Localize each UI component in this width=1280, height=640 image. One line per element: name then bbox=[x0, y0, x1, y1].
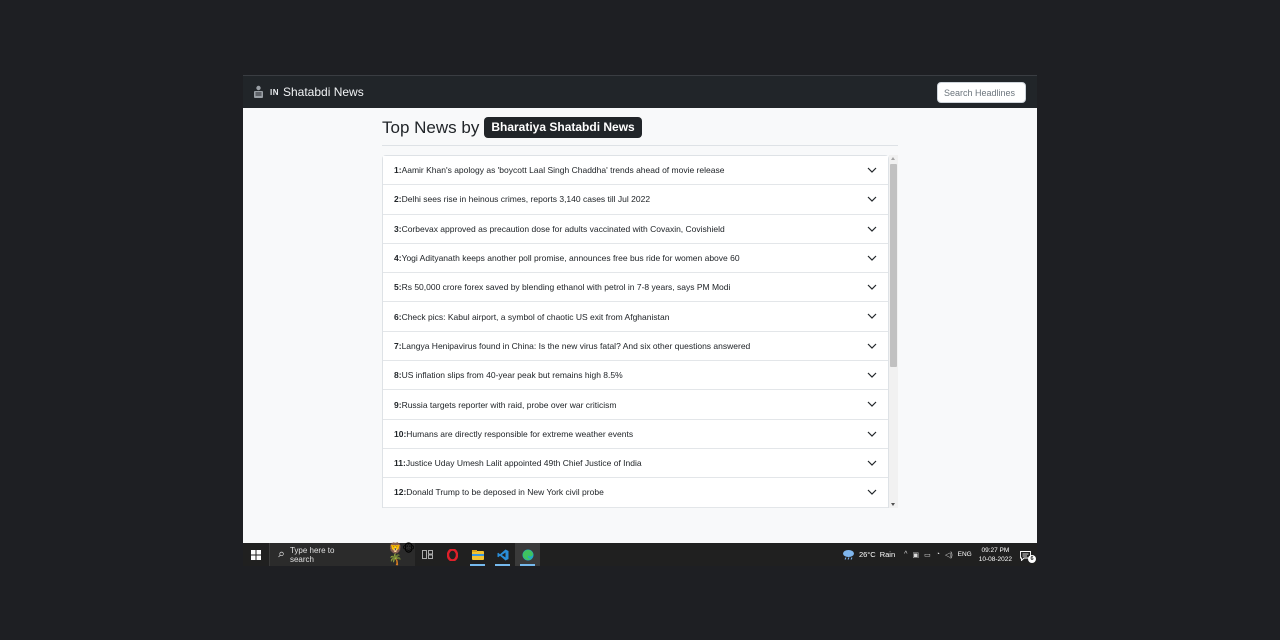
news-item-number: 3: bbox=[394, 223, 402, 234]
language-indicator[interactable]: ENG bbox=[958, 551, 972, 558]
clock-time: 09:27 PM bbox=[981, 546, 1010, 554]
news-accordion-item[interactable]: 10: Humans are directly responsible for e… bbox=[383, 419, 888, 449]
news-accordion: 1: Aamir Khan's apology as 'boycott Laal … bbox=[382, 155, 898, 508]
news-item-number: 7: bbox=[394, 340, 402, 351]
news-item-number: 6: bbox=[394, 311, 402, 322]
news-headline: Check pics: Kabul airport, a symbol of c… bbox=[401, 311, 670, 322]
chevron-up-icon[interactable]: ^ bbox=[904, 551, 907, 558]
windows-start-icon bbox=[251, 549, 261, 560]
news-accordion-item[interactable]: 4: Yogi Adityanath keeps another poll pro… bbox=[383, 243, 888, 274]
title-divider bbox=[382, 145, 898, 146]
notification-count-badge: 6 bbox=[1028, 555, 1036, 563]
navbar: IN Shatabdi News bbox=[243, 75, 1037, 108]
clock[interactable]: 09:27 PM 10-08-2022 bbox=[979, 546, 1012, 564]
chevron-down-icon[interactable] bbox=[867, 166, 877, 174]
publisher-badge: Bharatiya Shatabdi News bbox=[484, 117, 642, 138]
edge-button[interactable] bbox=[515, 543, 540, 566]
start-button[interactable] bbox=[243, 543, 269, 566]
edge-icon bbox=[522, 549, 533, 560]
file-explorer-icon bbox=[471, 549, 484, 560]
news-accordion-item[interactable]: 2: Delhi sees rise in heinous crimes, rep… bbox=[383, 185, 888, 215]
news-headline: Corbevax approved as precaution dose for… bbox=[401, 223, 725, 234]
brand[interactable]: IN Shatabdi News bbox=[252, 85, 364, 99]
news-headline: US inflation slips from 40-year peak but… bbox=[401, 370, 623, 381]
accordion-scrollbar[interactable] bbox=[889, 155, 898, 508]
brand-name: Shatabdi News bbox=[283, 85, 364, 99]
taskbar-search-box[interactable]: Type here to search 🦁🐵🌴 bbox=[269, 543, 415, 566]
news-item-number: 4: bbox=[394, 253, 402, 264]
windows-taskbar: Type here to search 🦁🐵🌴 26°C Rain ^ ▣ ▭ … bbox=[243, 543, 1037, 566]
news-accordion-item[interactable]: 3: Corbevax approved as precaution dose f… bbox=[383, 214, 888, 244]
network-icon[interactable]: ◔ bbox=[936, 551, 940, 558]
news-item-number: 8: bbox=[394, 370, 402, 381]
task-view-button[interactable] bbox=[415, 543, 440, 566]
news-accordion-item[interactable]: 1: Aamir Khan's apology as 'boycott Laal … bbox=[383, 156, 888, 186]
chevron-down-icon[interactable] bbox=[867, 312, 877, 320]
news-accordion-item[interactable]: 5: Rs 50,000 crore forex saved by blendin… bbox=[383, 273, 888, 303]
volume-icon[interactable]: ◁) bbox=[945, 551, 953, 559]
news-item-number: 9: bbox=[394, 399, 402, 410]
scroll-down-arrow-icon[interactable] bbox=[891, 503, 895, 506]
news-headline: Russia targets reporter with raid, probe… bbox=[401, 399, 617, 410]
newspaper-reader-icon bbox=[254, 85, 263, 98]
chevron-down-icon[interactable] bbox=[867, 254, 877, 262]
chevron-down-icon[interactable] bbox=[867, 459, 877, 467]
browser-window: IN Shatabdi News Top News by Bharatiya S… bbox=[243, 75, 1037, 566]
news-item-number: 5: bbox=[394, 282, 402, 293]
chevron-down-icon[interactable] bbox=[867, 371, 877, 379]
weather-temperature: 26°C bbox=[858, 550, 876, 559]
news-item-number: 1: bbox=[394, 165, 402, 176]
weather-widget[interactable]: 26°C Rain bbox=[842, 549, 895, 560]
news-headline: Rs 50,000 crore forex saved by blending … bbox=[401, 282, 731, 293]
file-explorer-button[interactable] bbox=[465, 543, 490, 566]
weather-condition: Rain bbox=[879, 550, 896, 559]
news-headline: Aamir Khan's apology as 'boycott Laal Si… bbox=[401, 165, 725, 176]
vscode-button[interactable] bbox=[490, 543, 515, 566]
brand-country-code: IN bbox=[270, 87, 279, 97]
vscode-icon bbox=[497, 549, 508, 560]
news-item-number: 2: bbox=[394, 194, 402, 205]
notification-center-button[interactable]: 6 bbox=[1020, 548, 1036, 563]
clock-date: 10-08-2022 bbox=[978, 555, 1012, 563]
opera-icon bbox=[447, 548, 458, 561]
taskbar-search-placeholder: Type here to search bbox=[289, 545, 335, 564]
page-title-prefix: Top News by bbox=[382, 117, 480, 137]
news-accordion-item[interactable]: 6: Check pics: Kabul airport, a symbol of… bbox=[383, 302, 888, 332]
news-item-number: 11: bbox=[394, 458, 406, 469]
news-headline: Delhi sees rise in heinous crimes, repor… bbox=[401, 194, 651, 205]
chevron-down-icon[interactable] bbox=[867, 195, 877, 203]
chevron-down-icon[interactable] bbox=[867, 430, 877, 438]
task-view-icon bbox=[422, 550, 433, 559]
news-headline: Langya Henipavirus found in China: Is th… bbox=[401, 340, 751, 351]
news-list: 1: Aamir Khan's apology as 'boycott Laal … bbox=[382, 155, 889, 508]
news-headline: Yogi Adityanath keeps another poll promi… bbox=[401, 253, 740, 264]
news-accordion-item[interactable]: 12: Donald Trump to be deposed in New Yor… bbox=[383, 478, 888, 508]
news-headline: Humans are directly responsible for extr… bbox=[406, 428, 634, 439]
news-item-number: 10: bbox=[394, 428, 407, 439]
search-highlight-icon: 🦁🐵🌴 bbox=[388, 542, 415, 566]
opera-button[interactable] bbox=[440, 543, 465, 566]
news-item-number: 12: bbox=[394, 487, 407, 498]
news-accordion-item[interactable]: 11: Justice Uday Umesh Lalit appointed 49… bbox=[383, 448, 888, 479]
news-headline: Donald Trump to be deposed in New York c… bbox=[406, 487, 604, 498]
meet-now-icon[interactable]: ▣ bbox=[912, 551, 919, 559]
scroll-up-arrow-icon[interactable] bbox=[891, 157, 895, 160]
chevron-down-icon[interactable] bbox=[867, 225, 877, 233]
chevron-down-icon[interactable] bbox=[867, 342, 877, 350]
news-accordion-item[interactable]: 8: US inflation slips from 40-year peak b… bbox=[383, 361, 888, 391]
chevron-down-icon[interactable] bbox=[867, 488, 877, 496]
news-accordion-item[interactable]: 9: Russia targets reporter with raid, pro… bbox=[383, 390, 888, 420]
page-title: Top News by Bharatiya Shatabdi News bbox=[382, 117, 642, 138]
search-icon bbox=[278, 551, 284, 558]
news-headline: Justice Uday Umesh Lalit appointed 49th … bbox=[405, 458, 642, 469]
system-tray: 26°C Rain ^ ▣ ▭ ◔ ◁) ENG 09:27 PM 10-08-… bbox=[842, 543, 1037, 566]
chevron-down-icon[interactable] bbox=[867, 400, 877, 408]
news-accordion-item[interactable]: 7: Langya Henipavirus found in China: Is … bbox=[383, 331, 888, 362]
search-headlines-input[interactable] bbox=[937, 82, 1026, 103]
chevron-down-icon[interactable] bbox=[867, 283, 877, 291]
rain-cloud-icon bbox=[842, 550, 854, 560]
scrollbar-thumb[interactable] bbox=[890, 164, 897, 367]
battery-icon[interactable]: ▭ bbox=[924, 551, 931, 559]
